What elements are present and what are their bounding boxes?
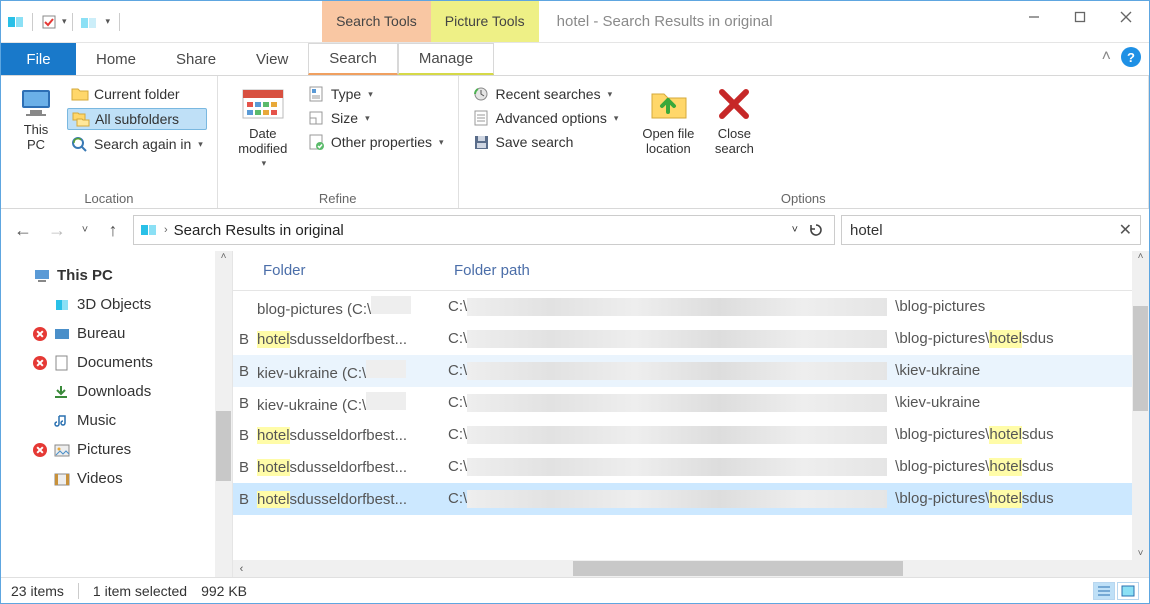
refresh-icon[interactable] — [804, 222, 828, 238]
recent-caret[interactable]: ˅ — [77, 216, 93, 244]
tree-pictures[interactable]: Pictures — [1, 435, 232, 464]
table-row[interactable]: Bhotelsdusseldorfbest...C:\\blog-picture… — [233, 483, 1149, 515]
collapse-ribbon-icon[interactable]: ˄ — [1102, 48, 1111, 66]
tab-file[interactable]: File — [1, 43, 76, 75]
ribbon-tabs: File Home Share View Search Manage ˄ ? — [1, 43, 1149, 75]
customize-qat-caret[interactable]: ▾ — [102, 16, 115, 27]
table-row[interactable]: blog-pictures (C:\C:\\blog-pictures — [233, 291, 1149, 323]
contextual-tab-search-tools[interactable]: Search Tools — [322, 1, 431, 42]
search-value: hotel — [850, 222, 883, 239]
results: Folder Folder path blog-pictures (C:\C:\… — [233, 251, 1149, 577]
new-folder-icon[interactable] — [78, 11, 100, 33]
window-title: hotel - Search Results in original — [539, 13, 773, 30]
breadcrumb[interactable]: Search Results in original — [174, 222, 344, 239]
error-badge-icon — [33, 327, 47, 341]
error-badge-icon — [33, 356, 47, 370]
close-search-button[interactable]: Close search — [704, 80, 764, 156]
tree-documents[interactable]: Documents — [1, 348, 232, 377]
size-button[interactable]: Size▾ — [304, 108, 448, 128]
group-label-refine: Refine — [228, 188, 448, 206]
tree-3d-objects[interactable]: 3D Objects — [1, 290, 232, 319]
current-folder-button[interactable]: Current folder — [67, 84, 207, 104]
ribbon-group-options: Recent searches▾ Advanced options▾ Save … — [459, 76, 1149, 208]
tab-search[interactable]: Search — [308, 43, 398, 75]
group-label-location: Location — [11, 188, 207, 206]
type-button[interactable]: Type▾ — [304, 84, 448, 104]
up-button[interactable]: ↑ — [99, 216, 127, 244]
column-headers[interactable]: Folder Folder path — [233, 251, 1149, 291]
address-caret[interactable]: ˅ — [792, 224, 798, 236]
error-badge-icon — [33, 443, 47, 457]
tree-this-pc[interactable]: This PC — [1, 261, 232, 290]
tab-view[interactable]: View — [236, 43, 308, 75]
open-file-location-button[interactable]: Open file location — [628, 80, 698, 156]
other-properties-button[interactable]: Other properties▾ — [304, 132, 448, 152]
nav-tree: This PC 3D Objects Bureau Documents Down… — [1, 251, 233, 577]
minimize-button[interactable] — [1011, 1, 1057, 33]
tab-home[interactable]: Home — [76, 43, 156, 75]
selection-size: 992 KB — [201, 583, 247, 599]
recent-searches-button[interactable]: Recent searches▾ — [469, 84, 623, 104]
tab-manage[interactable]: Manage — [398, 43, 494, 75]
maximize-button[interactable] — [1057, 1, 1103, 33]
save-search-button[interactable]: Save search — [469, 132, 623, 152]
group-label-options: Options — [469, 188, 1138, 206]
properties-icon[interactable] — [38, 11, 60, 33]
close-button[interactable] — [1103, 1, 1149, 33]
selection-info: 1 item selected — [93, 583, 187, 599]
col-folder[interactable]: Folder — [233, 262, 448, 279]
navbar: ← → ˅ ↑ › Search Results in original ˅ h… — [1, 209, 1149, 251]
details-view-button[interactable] — [1093, 582, 1115, 600]
tree-videos[interactable]: Videos — [1, 464, 232, 493]
table-row[interactable]: Bkiev-ukraine (C:\C:\\kiev-ukraine — [233, 387, 1149, 419]
chevron-right-icon[interactable]: › — [164, 224, 168, 236]
location-icon — [140, 221, 158, 239]
forward-button[interactable]: → — [43, 216, 71, 244]
table-row[interactable]: Bkiev-ukraine (C:\C:\\kiev-ukraine — [233, 355, 1149, 387]
address-bar[interactable]: › Search Results in original ˅ — [133, 215, 835, 245]
search-again-in-button[interactable]: Search again in▾ — [67, 134, 207, 154]
status-bar: 23 items 1 item selected 992 KB — [1, 577, 1149, 603]
tree-downloads[interactable]: Downloads — [1, 377, 232, 406]
v-scrollbar[interactable]: ˄ ˅ — [1132, 251, 1149, 577]
quick-access-toolbar: ▾ ▾ — [1, 1, 127, 42]
window-controls — [1011, 1, 1149, 33]
back-button[interactable]: ← — [9, 216, 37, 244]
table-row[interactable]: Bhotelsdusseldorfbest...C:\\blog-picture… — [233, 323, 1149, 355]
ribbon-group-refine: Date modified▾ Type▾ Size▾ Other propert… — [218, 76, 459, 208]
help-icon[interactable]: ? — [1121, 47, 1141, 67]
h-scrollbar[interactable]: ‹ › — [233, 560, 1149, 577]
item-count: 23 items — [11, 583, 64, 599]
thumbnails-view-button[interactable] — [1117, 582, 1139, 600]
date-modified-button[interactable]: Date modified▾ — [228, 80, 298, 169]
tree-bureau[interactable]: Bureau — [1, 319, 232, 348]
qat-caret[interactable]: ▾ — [62, 16, 67, 27]
app-icon — [5, 11, 27, 33]
clear-search-icon[interactable]: ✕ — [1119, 220, 1132, 240]
tab-share[interactable]: Share — [156, 43, 236, 75]
tree-scrollbar[interactable]: ˄ — [215, 251, 232, 577]
main: This PC 3D Objects Bureau Documents Down… — [1, 251, 1149, 577]
contextual-tab-picture-tools[interactable]: Picture Tools — [431, 1, 539, 42]
this-pc-button[interactable]: This PC — [11, 80, 61, 152]
ribbon: This PC Current folder All subfolders Se… — [1, 75, 1149, 209]
titlebar: ▾ ▾ Search Tools Picture Tools hotel - S… — [1, 1, 1149, 43]
all-subfolders-button[interactable]: All subfolders — [67, 108, 207, 130]
advanced-options-button[interactable]: Advanced options▾ — [469, 108, 623, 128]
table-row[interactable]: Bhotelsdusseldorfbest...C:\\blog-picture… — [233, 419, 1149, 451]
search-input[interactable]: hotel ✕ — [841, 215, 1141, 245]
table-row[interactable]: Bhotelsdusseldorfbest...C:\\blog-picture… — [233, 451, 1149, 483]
ribbon-group-location: This PC Current folder All subfolders Se… — [1, 76, 218, 208]
col-path[interactable]: Folder path — [448, 262, 530, 279]
tree-music[interactable]: Music — [1, 406, 232, 435]
